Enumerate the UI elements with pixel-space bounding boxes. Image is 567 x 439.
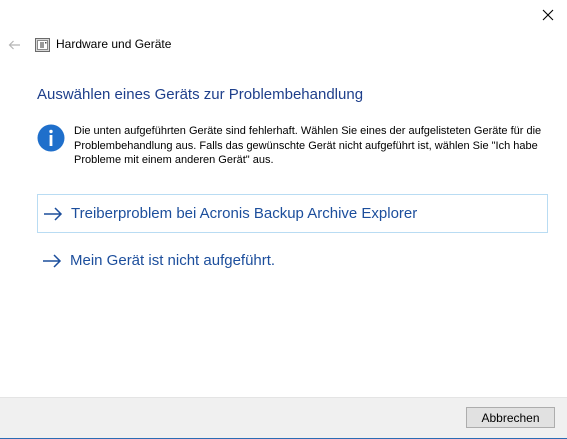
info-icon: [37, 124, 65, 152]
arrow-right-icon: [44, 206, 63, 221]
cancel-button[interactable]: Abbrechen: [466, 407, 555, 428]
troubleshooter-window: Hardware und Geräte Auswählen eines Gerä…: [0, 0, 567, 439]
close-icon: [542, 9, 554, 21]
window-bottom-border: [0, 435, 567, 439]
arrow-right-icon: [43, 253, 62, 268]
back-button[interactable]: [6, 36, 22, 54]
info-message: Die unten aufgeführten Geräte sind fehle…: [74, 125, 542, 166]
page-heading: Auswählen eines Geräts zur Problembehand…: [37, 86, 364, 103]
footer-bar: Abbrechen: [0, 397, 567, 436]
option-device-not-listed[interactable]: Mein Gerät ist nicht aufgeführt.: [37, 241, 548, 280]
close-button[interactable]: [535, 4, 561, 26]
option-label: Mein Gerät ist nicht aufgeführt.: [70, 252, 276, 269]
option-label: Treiberproblem bei Acronis Backup Archiv…: [71, 205, 418, 222]
title-bar: Hardware und Geräte: [0, 36, 300, 56]
back-arrow-icon: [8, 40, 20, 50]
hardware-device-icon: [35, 38, 50, 52]
option-acronis-driver-problem[interactable]: Treiberproblem bei Acronis Backup Archiv…: [37, 194, 548, 233]
window-title: Hardware und Geräte: [56, 37, 172, 51]
